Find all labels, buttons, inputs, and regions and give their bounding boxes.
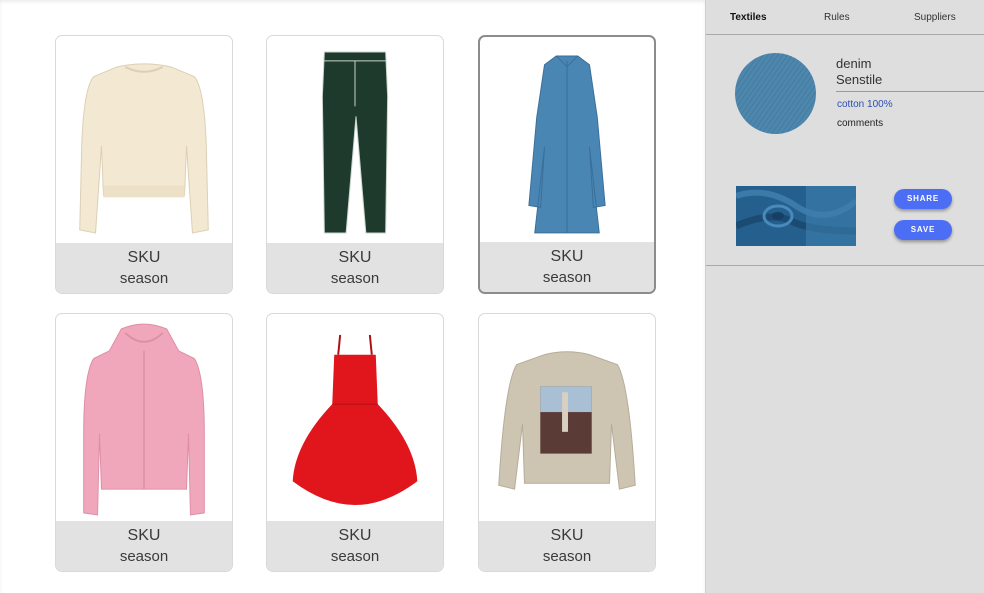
tab-rules[interactable]: Rules	[824, 12, 850, 23]
fabric-brand: Senstile	[836, 72, 883, 87]
product-card[interactable]: SKU season	[478, 313, 656, 572]
panel-tabs: Textiles Rules Suppliers	[706, 0, 984, 35]
tab-suppliers[interactable]: Suppliers	[914, 12, 956, 23]
product-sku: SKU	[127, 249, 161, 266]
product-season: season	[542, 269, 592, 286]
product-card[interactable]: SKU season	[55, 313, 233, 572]
product-sku: SKU	[127, 527, 161, 544]
product-card[interactable]: SKU season	[266, 35, 444, 294]
product-grid: SKU season SKU season SKU season SKU sea…	[0, 0, 705, 593]
share-button[interactable]: SHARE	[894, 189, 952, 209]
product-label: SKU season	[480, 242, 654, 292]
product-sku: SKU	[550, 527, 584, 544]
product-image-denim-shirt-dress	[480, 37, 654, 245]
textile-panel: Textiles Rules Suppliers denim Senstile …	[705, 0, 984, 593]
product-sku: SKU	[338, 527, 372, 544]
product-season: season	[119, 548, 169, 565]
app: SKU season SKU season SKU season SKU sea…	[0, 0, 984, 593]
fabric-divider	[836, 91, 984, 92]
product-label: SKU season	[479, 521, 655, 571]
product-label: SKU season	[56, 243, 232, 293]
fabric-composition[interactable]: cotton 100%	[837, 99, 893, 110]
fabric-name: denim	[836, 56, 872, 71]
product-card[interactable]: SKU season	[266, 313, 444, 572]
product-image-pink-zip-hoodie	[56, 314, 232, 522]
product-sku: SKU	[550, 248, 584, 265]
tab-textiles[interactable]: Textiles	[730, 12, 767, 23]
product-sku: SKU	[338, 249, 372, 266]
product-image-red-dress	[267, 314, 443, 522]
product-image-beige-photo-sweatshirt	[479, 314, 655, 522]
product-label: SKU season	[267, 521, 443, 571]
product-season: season	[542, 548, 592, 565]
fabric-comments[interactable]: comments	[837, 118, 883, 129]
panel-section-divider	[706, 265, 984, 266]
product-label: SKU season	[56, 521, 232, 571]
product-season: season	[330, 270, 380, 287]
product-label: SKU season	[267, 243, 443, 293]
product-card-selected[interactable]: SKU season	[478, 35, 656, 294]
fabric-swatch-thumbnail	[735, 53, 816, 134]
product-season: season	[330, 548, 380, 565]
fabric-photo	[736, 186, 856, 246]
save-button[interactable]: SAVE	[894, 220, 952, 240]
product-card[interactable]: SKU season	[55, 35, 233, 294]
product-image-green-jeans	[267, 36, 443, 244]
product-image-cream-sweatshirt	[56, 36, 232, 244]
product-season: season	[119, 270, 169, 287]
